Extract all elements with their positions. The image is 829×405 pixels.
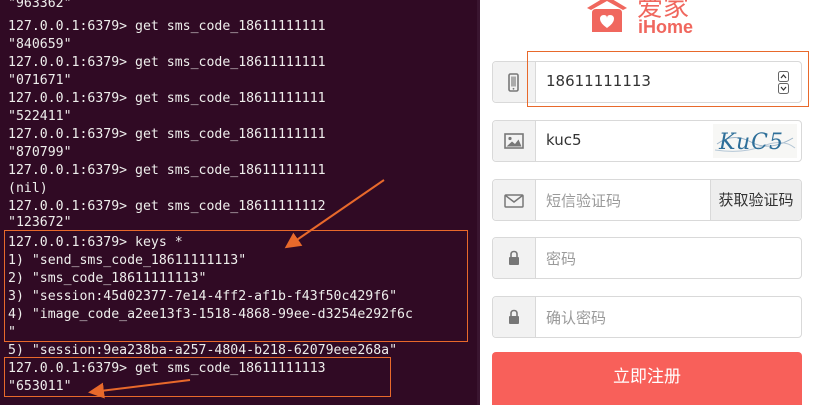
password-input[interactable]: 密码 [546, 248, 576, 269]
envelope-addon [493, 180, 536, 220]
lock-icon [509, 250, 519, 265]
password-field[interactable]: 密码 [492, 237, 802, 279]
terminal-line: 127.0.0.1:6379> get sms_code_18611111111 [8, 163, 326, 178]
result-highlight-box [4, 357, 391, 397]
terminal-line: 127.0.0.1:6379> get sms_code_18611111111 [8, 127, 326, 142]
lock-addon [493, 238, 536, 278]
house-logo-icon [587, 0, 627, 32]
captcha-graphic: KuC5 [714, 130, 796, 155]
captcha-image[interactable]: KuC5 [713, 124, 797, 158]
keys-highlight-box [4, 230, 468, 342]
sms-code-input[interactable]: 短信验证码 [546, 190, 621, 211]
terminal-line: 127.0.0.1:6379> get sms_code_18611111111 [8, 19, 326, 34]
terminal-window[interactable]: "963362" 127.0.0.1:6379> get sms_code_18… [0, 0, 480, 405]
svg-text:KuC5: KuC5 [718, 130, 784, 155]
terminal-line: "522411" [8, 109, 72, 124]
sms-code-field[interactable]: 短信验证码 获取验证码 [492, 179, 802, 221]
terminal-line: 127.0.0.1:6379> get sms_code_18611111111 [8, 91, 326, 106]
ihome-logo: 爱家 iHome [583, 0, 713, 40]
lock-icon [509, 309, 519, 324]
mobile-phone-icon [508, 73, 519, 92]
image-code-input[interactable]: kuc5 [546, 131, 582, 149]
terminal-line: 127.0.0.1:6379> get sms_code_18611111111 [8, 55, 326, 70]
envelope-icon [504, 194, 524, 208]
register-panel: 爱家 iHome 18611111113 kuc5 KuC5 短信验证码 获取验… [480, 0, 829, 405]
confirm-password-input[interactable]: 确认密码 [546, 307, 606, 328]
phone-highlight-box [527, 51, 809, 107]
image-code-field[interactable]: kuc5 KuC5 [492, 120, 802, 162]
terminal-line: "071671" [8, 73, 72, 88]
terminal-line: "870799" [8, 145, 72, 160]
terminal-line: (nil) [8, 181, 48, 196]
confirm-password-field[interactable]: 确认密码 [492, 296, 802, 338]
image-addon [493, 121, 536, 161]
terminal-line: "840659" [8, 37, 72, 52]
get-sms-code-button[interactable]: 获取验证码 [710, 180, 801, 220]
lock-addon [493, 297, 536, 337]
image-icon [504, 133, 524, 149]
terminal-line: "963362" [8, 0, 72, 11]
logo-text-en: iHome [638, 17, 694, 37]
register-button[interactable]: 立即注册 [492, 352, 802, 405]
